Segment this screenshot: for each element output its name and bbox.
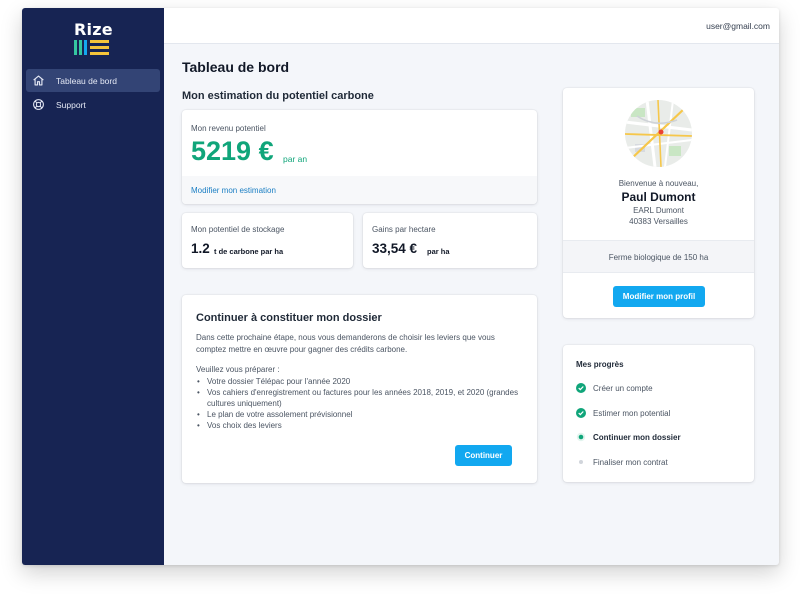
revenue-unit: par an [283,154,308,164]
step-label: Créer un compte [593,383,653,393]
revenue-label: Mon revenu potentiel [191,124,266,133]
gains-value: 33,54 € [372,241,418,256]
dossier-list: Votre dossier Télépac pour l'année 2020 … [196,376,526,431]
company-name: EARL Dumont [633,206,684,215]
sidebar: Rize Tableau de bord Support [22,8,164,565]
home-icon [33,75,44,86]
logo-text: Rize [74,20,113,39]
continue-button[interactable]: Continuer [455,445,512,466]
greeting: Bienvenue à nouveau, [618,179,699,188]
gains-unit: par ha [427,247,450,256]
progress-step: Continuer mon dossier [576,431,681,443]
gains-label: Gains par hectare [372,225,436,234]
user-name: Paul Dumont [621,190,696,204]
sidebar-item-label: Support [56,99,86,110]
list-item: Le plan de votre assolement prévisionnel [196,409,526,420]
farm-band: Ferme biologique de 150 ha [563,240,754,273]
farm-description: Ferme biologique de 150 ha [608,253,709,262]
progress-step: Finaliser mon contrat [576,456,668,468]
progress-step: Créer un compte [576,382,653,394]
topbar: user@gmail.com [164,8,779,44]
map-thumbnail [625,100,692,167]
page-title: Tableau de bord [182,59,290,75]
revenue-card-footer: Modifier mon estimation [182,176,537,204]
check-circle-icon [576,383,586,393]
storage-card: Mon potentiel de stockage 1.2 t de carbo… [182,213,353,268]
city: 40383 Versailles [629,217,688,226]
revenue-card: Mon revenu potentiel 5219 € par an Modif… [182,110,537,204]
app-window: Rize Tableau de bord Support user@gmail.… [22,8,779,565]
progress-card: Mes progrès Créer un compte Estimer mon … [563,345,754,482]
sidebar-item-label: Tableau de bord [56,75,117,86]
list-item: Vos choix des leviers [196,420,526,431]
step-label: Finaliser mon contrat [593,457,668,467]
step-label: Estimer mon potential [593,408,671,418]
list-item: Votre dossier Télépac pour l'année 2020 [196,376,526,387]
dot-icon [576,457,586,467]
revenue-value: 5219 € [191,136,274,166]
dossier-title: Continuer à constituer mon dossier [196,312,382,324]
dossier-prepare-label: Veuillez vous préparer : [196,365,280,374]
storage-unit: t de carbone par ha [214,247,284,256]
profile-card: Bienvenue à nouveau, Paul Dumont EARL Du… [563,88,754,318]
edit-profile-button[interactable]: Modifier mon profil [613,286,705,307]
logo-bars-icon [74,40,110,55]
logo[interactable]: Rize [74,21,114,57]
sidebar-item-support[interactable]: Support [26,93,160,116]
storage-value: 1.2 [191,241,210,256]
dossier-description: Dans cette prochaine étape, nous vous de… [196,333,495,354]
modify-estimation-link[interactable]: Modifier mon estimation [191,186,276,195]
check-circle-icon [576,408,586,418]
map-icon [625,100,692,167]
lifebuoy-icon [33,99,44,110]
sidebar-item-tableau-de-bord[interactable]: Tableau de bord [26,69,160,92]
list-item: Vos cahiers d'enregistrement ou factures… [196,387,526,409]
gains-card: Gains par hectare 33,54 € par ha [363,213,537,268]
dossier-card: Continuer à constituer mon dossier Dans … [182,295,537,483]
user-email[interactable]: user@gmail.com [706,21,770,31]
dot-icon [576,432,586,442]
storage-label: Mon potentiel de stockage [191,225,285,234]
progress-step: Estimer mon potential [576,407,670,419]
section-title: Mon estimation du potentiel carbone [182,90,374,102]
progress-title: Mes progrès [576,360,624,369]
sidebar-nav: Tableau de bord Support [26,69,160,117]
step-label: Continuer mon dossier [593,432,681,442]
